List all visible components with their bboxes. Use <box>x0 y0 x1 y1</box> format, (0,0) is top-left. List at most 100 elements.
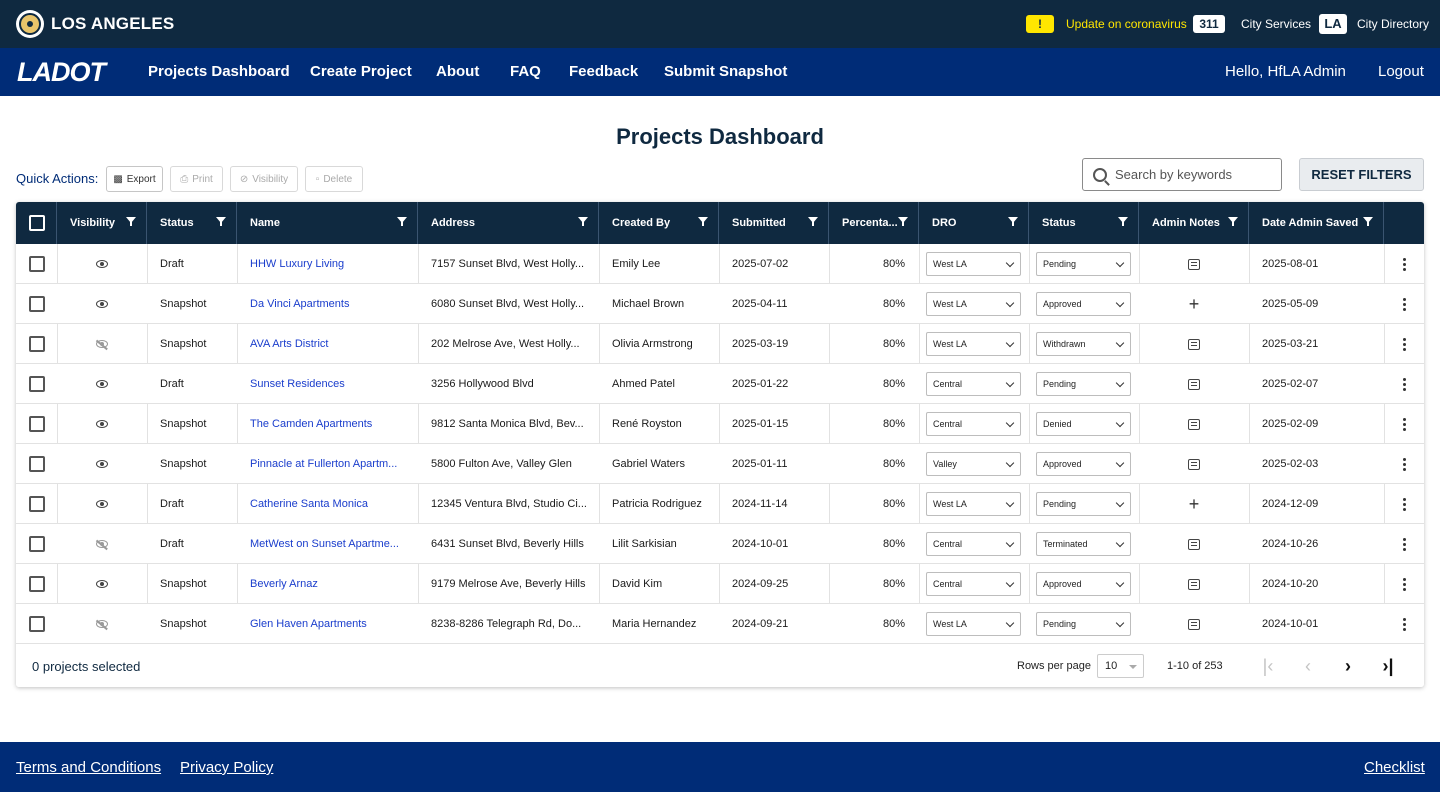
filter-icon[interactable] <box>126 217 136 226</box>
table-row[interactable]: Draft Sunset Residences 3256 Hollywood Blv… <box>16 364 1424 404</box>
row-checkbox[interactable] <box>29 416 45 432</box>
nav-feedback[interactable]: Feedback <box>569 63 638 80</box>
approval-status-select[interactable]: Terminated <box>1036 532 1131 556</box>
rows-per-page-select[interactable]: 10 <box>1097 654 1144 678</box>
search-input[interactable] <box>1115 167 1275 182</box>
row-checkbox[interactable] <box>29 496 45 512</box>
coronavirus-update-link[interactable]: Update on coronavirus <box>1066 17 1187 31</box>
eye-off-icon[interactable] <box>96 540 108 548</box>
eye-icon[interactable] <box>96 580 108 588</box>
more-vert-icon[interactable] <box>1402 542 1406 546</box>
project-name-link[interactable]: The Camden Apartments <box>250 404 410 444</box>
col-date-admin-saved[interactable]: Date Admin Saved <box>1249 202 1384 244</box>
approval-status-select[interactable]: Approved <box>1036 452 1131 476</box>
select-all-checkbox[interactable] <box>29 215 45 231</box>
dro-select[interactable]: Central <box>926 372 1021 396</box>
more-vert-icon[interactable] <box>1402 262 1406 266</box>
filter-icon[interactable] <box>397 217 407 226</box>
table-row[interactable]: Snapshot Da Vinci Apartments 6080 Sunset B… <box>16 284 1424 324</box>
row-checkbox[interactable] <box>29 576 45 592</box>
filter-icon[interactable] <box>578 217 588 226</box>
row-checkbox[interactable] <box>29 536 45 552</box>
row-checkbox[interactable] <box>29 616 45 632</box>
note-icon[interactable] <box>1188 378 1200 390</box>
ladot-logo[interactable]: LADOT <box>17 58 106 86</box>
dro-select[interactable]: Central <box>926 412 1021 436</box>
project-name-link[interactable]: Catherine Santa Monica <box>250 484 410 524</box>
row-checkbox[interactable] <box>29 256 45 272</box>
filter-icon[interactable] <box>898 217 908 226</box>
more-vert-icon[interactable] <box>1402 622 1406 626</box>
table-row[interactable]: Snapshot AVA Arts District 202 Melrose Ave… <box>16 324 1424 364</box>
filter-icon[interactable] <box>1363 217 1373 226</box>
checklist-link[interactable]: Checklist <box>1364 759 1425 776</box>
terms-link[interactable]: Terms and Conditions <box>16 759 161 776</box>
dro-select[interactable]: West LA <box>926 492 1021 516</box>
approval-status-select[interactable]: Denied <box>1036 412 1131 436</box>
eye-off-icon[interactable] <box>96 620 108 628</box>
first-page-icon[interactable]: |‹ <box>1258 656 1278 676</box>
note-icon[interactable] <box>1188 338 1200 350</box>
note-icon[interactable] <box>1188 458 1200 470</box>
dro-select[interactable]: West LA <box>926 252 1021 276</box>
col-dro[interactable]: DRO <box>919 202 1029 244</box>
col-status[interactable]: Status <box>147 202 237 244</box>
project-name-link[interactable]: Pinnacle at Fullerton Apartm... <box>250 444 410 484</box>
city-services-link[interactable]: City Services <box>1241 17 1311 31</box>
more-vert-icon[interactable] <box>1402 302 1406 306</box>
city-directory-link[interactable]: City Directory <box>1357 17 1429 31</box>
nav-faq[interactable]: FAQ <box>510 63 541 80</box>
col-name[interactable]: Name <box>237 202 418 244</box>
approval-status-select[interactable]: Approved <box>1036 572 1131 596</box>
col-percentage[interactable]: Percenta... <box>829 202 919 244</box>
nav-about[interactable]: About <box>436 63 479 80</box>
col-submitted[interactable]: Submitted <box>719 202 829 244</box>
col-admin-notes[interactable]: Admin Notes <box>1139 202 1249 244</box>
more-vert-icon[interactable] <box>1402 342 1406 346</box>
add-note-icon[interactable]: + <box>1189 295 1200 313</box>
nav-submit-snapshot[interactable]: Submit Snapshot <box>664 63 787 80</box>
311-badge[interactable]: 311 <box>1193 15 1225 33</box>
eye-off-icon[interactable] <box>96 340 108 348</box>
approval-status-select[interactable]: Pending <box>1036 372 1131 396</box>
prev-page-icon[interactable]: ‹ <box>1298 656 1318 676</box>
delete-button[interactable]: ▫ Delete <box>305 166 363 192</box>
eye-icon[interactable] <box>96 260 108 268</box>
add-note-icon[interactable]: + <box>1189 495 1200 513</box>
eye-icon[interactable] <box>96 380 108 388</box>
approval-status-select[interactable]: Approved <box>1036 292 1131 316</box>
approval-status-select[interactable]: Pending <box>1036 492 1131 516</box>
note-icon[interactable] <box>1188 418 1200 430</box>
table-row[interactable]: Draft Catherine Santa Monica 12345 Ventura… <box>16 484 1424 524</box>
note-icon[interactable] <box>1188 258 1200 270</box>
privacy-link[interactable]: Privacy Policy <box>180 759 273 776</box>
logout-link[interactable]: Logout <box>1378 63 1424 80</box>
dro-select[interactable]: West LA <box>926 292 1021 316</box>
city-seal-icon[interactable] <box>16 10 44 38</box>
dro-select[interactable]: West LA <box>926 332 1021 356</box>
filter-icon[interactable] <box>1118 217 1128 226</box>
eye-icon[interactable] <box>96 300 108 308</box>
note-icon[interactable] <box>1188 538 1200 550</box>
la-badge[interactable]: LA <box>1319 14 1347 34</box>
filter-icon[interactable] <box>698 217 708 226</box>
more-vert-icon[interactable] <box>1402 382 1406 386</box>
more-vert-icon[interactable] <box>1402 582 1406 586</box>
eye-icon[interactable] <box>96 420 108 428</box>
dro-select[interactable]: Valley <box>926 452 1021 476</box>
reset-filters-button[interactable]: RESET FILTERS <box>1299 158 1424 191</box>
project-name-link[interactable]: HHW Luxury Living <box>250 244 410 284</box>
filter-icon[interactable] <box>808 217 818 226</box>
col-address[interactable]: Address <box>418 202 599 244</box>
table-row[interactable]: Snapshot The Camden Apartments 9812 Santa … <box>16 404 1424 444</box>
note-icon[interactable] <box>1188 578 1200 590</box>
dro-select[interactable]: Central <box>926 532 1021 556</box>
row-checkbox[interactable] <box>29 296 45 312</box>
city-name[interactable]: LOS ANGELES <box>51 14 174 34</box>
nav-projects-dashboard[interactable]: Projects Dashboard <box>148 63 290 80</box>
last-page-icon[interactable]: ›| <box>1378 656 1398 676</box>
more-vert-icon[interactable] <box>1402 502 1406 506</box>
dro-select[interactable]: West LA <box>926 612 1021 636</box>
nav-create-project[interactable]: Create Project <box>310 63 412 80</box>
filter-icon[interactable] <box>1228 217 1238 226</box>
